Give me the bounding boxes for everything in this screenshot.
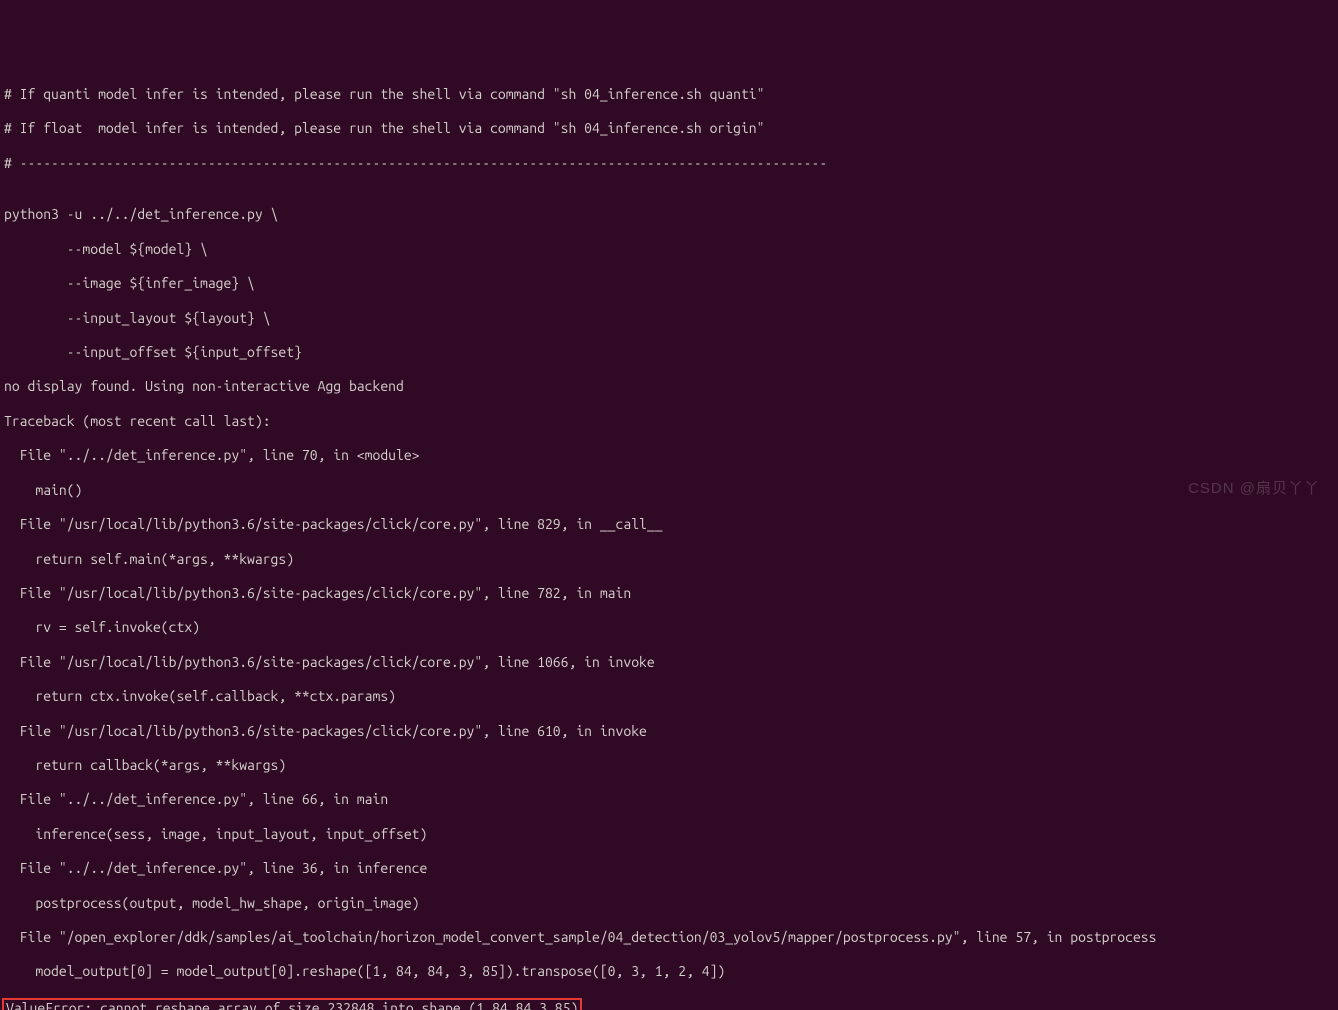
watermark: CSDN @扇贝丫丫 [1188,480,1320,497]
traceback-code: return callback(*args, **kwargs) [4,757,1334,774]
terminal-line: --input_layout ${layout} \ [4,310,1334,327]
traceback-frame: File "/usr/local/lib/python3.6/site-pack… [4,585,1334,602]
traceback-frame: File "../../det_inference.py", line 70, … [4,447,1334,464]
error-highlight: ValueError: cannot reshape array of size… [2,998,582,1010]
traceback-code: return ctx.invoke(self.callback, **ctx.p… [4,688,1334,705]
traceback-frame: File "/usr/local/lib/python3.6/site-pack… [4,723,1334,740]
traceback-frame: File "/open_explorer/ddk/samples/ai_tool… [4,929,1334,946]
traceback-code: inference(sess, image, input_layout, inp… [4,826,1334,843]
terminal-line: --input_offset ${input_offset} [4,344,1334,361]
traceback-frame: File "../../det_inference.py", line 36, … [4,860,1334,877]
traceback-code: rv = self.invoke(ctx) [4,619,1334,636]
traceback-code: model_output[0] = model_output[0].reshap… [4,963,1334,980]
terminal-line: --image ${infer_image} \ [4,275,1334,292]
traceback-frame: File "../../det_inference.py", line 66, … [4,791,1334,808]
traceback-code: main() [4,482,1334,499]
traceback-frame: File "/usr/local/lib/python3.6/site-pack… [4,654,1334,671]
value-error-line: ValueError: cannot reshape array of size… [6,1000,578,1010]
terminal-line: # If float model infer is intended, plea… [4,120,1334,137]
terminal-line: # --------------------------------------… [4,155,1334,172]
terminal-line: no display found. Using non-interactive … [4,378,1334,395]
traceback-code: return self.main(*args, **kwargs) [4,551,1334,568]
traceback-code: postprocess(output, model_hw_shape, orig… [4,895,1334,912]
traceback-frame: File "/usr/local/lib/python3.6/site-pack… [4,516,1334,533]
terminal-line: --model ${model} \ [4,241,1334,258]
terminal-line: python3 -u ../../det_inference.py \ [4,206,1334,223]
traceback-header: Traceback (most recent call last): [4,413,1334,430]
terminal-line: # If quanti model infer is intended, ple… [4,86,1334,103]
terminal-output: # If quanti model infer is intended, ple… [0,69,1338,1010]
